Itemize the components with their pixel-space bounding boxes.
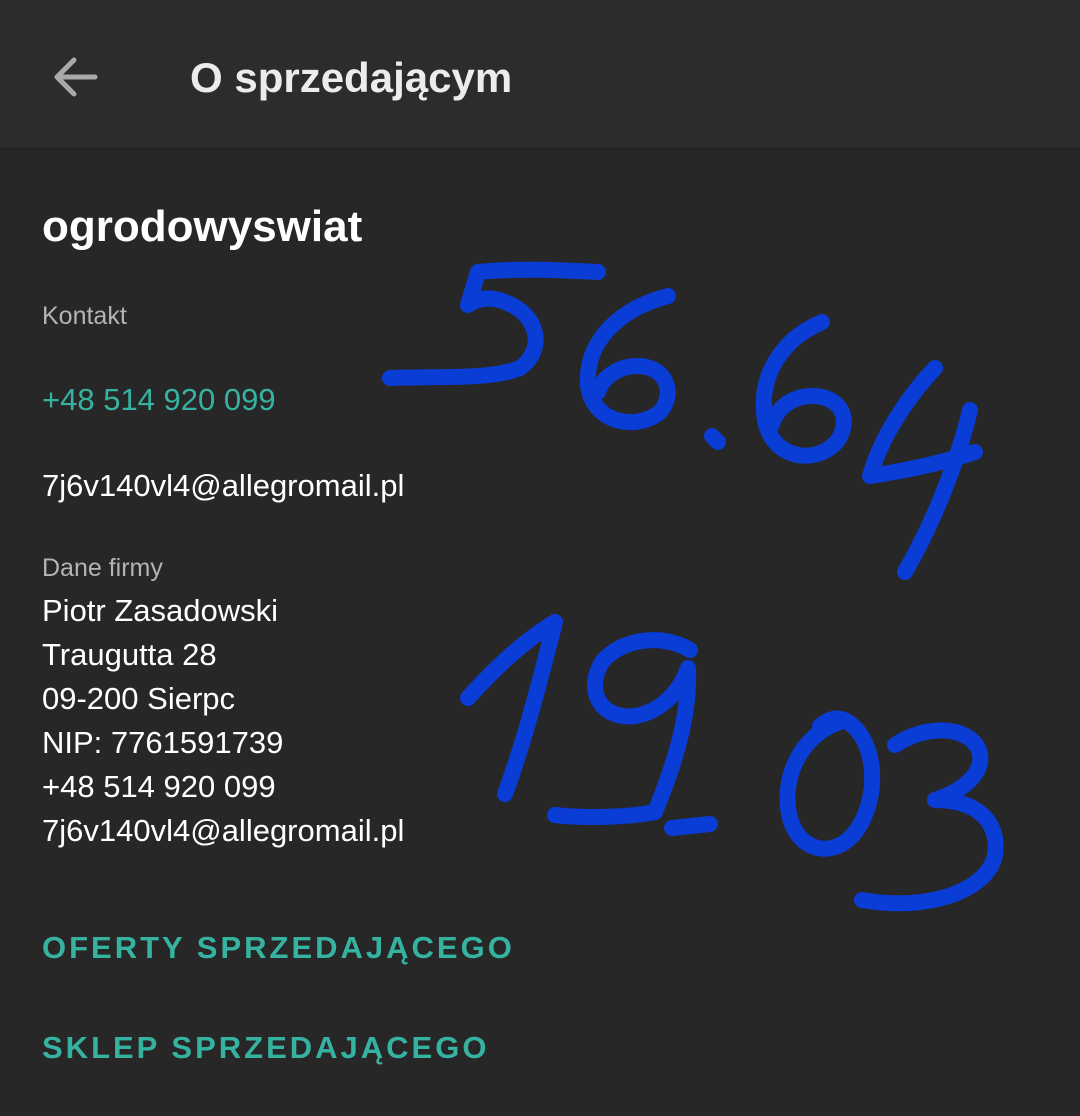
company-street: Traugutta 28 <box>42 637 217 672</box>
company-details: Piotr Zasadowski Traugutta 28 09-200 Sie… <box>42 589 642 853</box>
handwritten-digit-4 <box>862 360 983 580</box>
contact-label: Kontakt <box>42 302 127 330</box>
handwritten-digit-0 <box>779 710 881 857</box>
company-email: 7j6v140vl4@allegromail.pl <box>42 813 405 848</box>
handwritten-digit-6b <box>755 314 852 464</box>
contact-phone-link[interactable]: +48 514 920 099 <box>42 380 276 420</box>
page-title: O sprzedającym <box>190 54 513 101</box>
app-bar: O sprzedającym <box>0 0 1080 150</box>
arrow-back-icon <box>54 57 98 97</box>
handwritten-digit-6a <box>579 288 676 431</box>
company-nip: NIP: 7761591739 <box>42 725 284 760</box>
seller-name: ogrodowyswiat <box>42 202 363 251</box>
handwritten-dot-2 <box>664 816 718 836</box>
seller-offers-button[interactable]: OFERTY SPRZEDAJĄCEGO <box>42 928 515 968</box>
company-phone: +48 514 920 099 <box>42 769 276 804</box>
handwritten-digit-5a <box>382 261 606 386</box>
contact-email-link[interactable]: 7j6v140vl4@allegromail.pl <box>42 466 404 506</box>
back-button[interactable] <box>40 45 110 109</box>
handwritten-digit-3 <box>854 722 1004 912</box>
company-owner: Piotr Zasadowski <box>42 593 279 628</box>
seller-shop-button[interactable]: SKLEP SPRZEDAJĄCEGO <box>42 1028 489 1068</box>
company-label: Dane firmy <box>42 554 163 582</box>
company-city: 09-200 Sierpc <box>42 681 236 716</box>
handwritten-dot-1 <box>704 428 726 450</box>
